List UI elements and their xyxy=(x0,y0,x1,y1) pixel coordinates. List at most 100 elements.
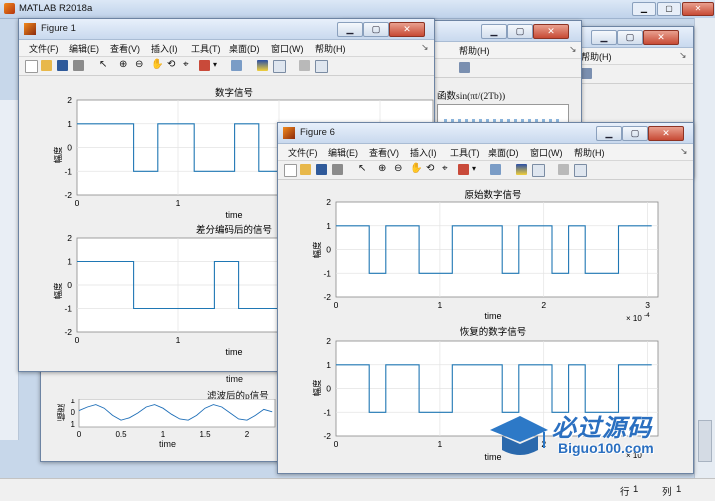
fig1-plot1-ylabel: 幅度 xyxy=(53,146,63,164)
fig1-plot2-xtick-0: 0 xyxy=(75,335,80,345)
filtered-xlabel: time xyxy=(159,439,177,449)
menu-desktop[interactable]: 桌面(D) xyxy=(229,42,260,55)
hide-plot-tools-icon[interactable] xyxy=(299,60,310,71)
show-plot-tools-icon[interactable] xyxy=(574,164,587,177)
menu-edit[interactable]: 编辑(E) xyxy=(328,146,358,159)
menu-file[interactable]: 文件(F) xyxy=(29,42,59,55)
save-icon[interactable] xyxy=(316,164,327,175)
figure-back2-minimize-button[interactable]: ▁ xyxy=(481,24,507,39)
menu-insert[interactable]: 插入(I) xyxy=(151,42,178,55)
matlab-minimize-button[interactable]: ▁ xyxy=(632,2,656,16)
fig6-plot2-ytick-0: 2 xyxy=(326,336,331,346)
fig1-plot1-xtick-0: 0 xyxy=(75,198,80,208)
link-plot-icon[interactable] xyxy=(490,164,501,175)
fig1-plot1-ytick-4: -2 xyxy=(64,190,72,200)
menu-edit[interactable]: 编辑(E) xyxy=(69,42,99,55)
open-file-icon[interactable] xyxy=(41,60,52,71)
legend-icon[interactable] xyxy=(273,60,286,73)
figure1-minimize-button[interactable]: ▁ xyxy=(337,22,363,37)
fig1-plot1-xlabel: time xyxy=(225,210,242,220)
filtered-axes-box xyxy=(78,399,276,428)
menu-view[interactable]: 查看(V) xyxy=(369,146,399,159)
colorbar-icon[interactable] xyxy=(516,164,527,175)
matlab-close-button[interactable]: ✕ xyxy=(682,2,714,16)
fig1-plot2-ytick-0: 2 xyxy=(67,233,72,243)
new-figure-icon[interactable] xyxy=(25,60,38,73)
fig6-plot1-xtick-2: 2 xyxy=(541,300,546,310)
figure6-minimize-button[interactable]: ▁ xyxy=(596,126,622,141)
menu-window[interactable]: 窗口(W) xyxy=(271,42,304,55)
matlab-maximize-button[interactable]: ▢ xyxy=(657,2,681,16)
fig6-plot1-ytick-4: -2 xyxy=(323,292,331,302)
figure-back3-close-button[interactable]: ✕ xyxy=(643,30,679,45)
fig1-plot2-ytick-1: 1 xyxy=(67,257,72,267)
print-icon[interactable] xyxy=(332,164,343,175)
menu-tools[interactable]: 工具(T) xyxy=(450,146,480,159)
figure-back3-maximize-button[interactable]: ▢ xyxy=(617,30,643,45)
save-icon[interactable] xyxy=(57,60,68,71)
link-plot-icon[interactable] xyxy=(231,60,242,71)
rotate-3d-icon[interactable]: ⟲ xyxy=(167,60,178,71)
fig6-plot2-ytick-3: -1 xyxy=(323,407,331,417)
menu-expand-icon[interactable]: ↘ xyxy=(680,146,688,157)
figure6-maximize-button[interactable]: ▢ xyxy=(622,126,648,141)
pan-icon[interactable]: ✋ xyxy=(151,60,163,71)
brush-dropdown-icon[interactable]: ▾ xyxy=(213,60,221,71)
fig6-plot1-ytick-3: -1 xyxy=(323,268,331,278)
figure1-maximize-button[interactable]: ▢ xyxy=(363,22,389,37)
filtered-xtick-2: 1 xyxy=(161,430,166,439)
brush-dropdown-icon[interactable]: ▾ xyxy=(472,164,480,175)
filtered-xtick-1: 0.5 xyxy=(115,430,127,439)
filtered-ytick-1: 0 xyxy=(71,408,76,417)
brush-icon[interactable] xyxy=(458,164,469,175)
print-icon[interactable] xyxy=(73,60,84,71)
open-file-icon[interactable] xyxy=(300,164,311,175)
hide-plot-tools-icon[interactable] xyxy=(558,164,569,175)
figure1-close-button[interactable]: ✕ xyxy=(389,22,425,37)
zoom-in-icon[interactable]: ⊕ xyxy=(378,164,389,175)
menu-expand-icon[interactable]: ↘ xyxy=(569,44,577,55)
menu-file[interactable]: 文件(F) xyxy=(288,146,318,159)
figure-back2-maximize-button[interactable]: ▢ xyxy=(507,24,533,39)
matlab-titlebar: MATLAB R2018a ▁ ▢ ✕ xyxy=(0,0,715,19)
figure-back2-close-button[interactable]: ✕ xyxy=(533,24,569,39)
menu-view[interactable]: 查看(V) xyxy=(110,42,140,55)
fig6-plot1-ytick-0: 2 xyxy=(326,197,331,207)
legend-icon[interactable] xyxy=(532,164,545,177)
pointer-icon[interactable]: ↖ xyxy=(99,60,110,71)
fig6-plot1-xtick-3: 3 xyxy=(645,300,650,310)
figure6-title: Figure 6 xyxy=(300,127,335,138)
dock-icon[interactable] xyxy=(459,62,470,73)
show-plot-tools-icon[interactable] xyxy=(315,60,328,73)
pointer-icon[interactable]: ↖ xyxy=(358,164,369,175)
menu-desktop[interactable]: 桌面(D) xyxy=(488,146,519,159)
zoom-out-icon[interactable]: ⊖ xyxy=(394,164,405,175)
rotate-3d-icon[interactable]: ⟲ xyxy=(426,164,437,175)
filtered-xtick-3: 1.5 xyxy=(199,430,211,439)
zoom-in-icon[interactable]: ⊕ xyxy=(119,60,130,71)
menu-help[interactable]: 帮助(H) xyxy=(315,42,346,55)
data-cursor-icon[interactable]: ⌖ xyxy=(183,60,194,71)
watermark-logo: 必过源码 Biguo100.com xyxy=(486,404,711,464)
cap-board xyxy=(490,416,548,442)
menu-expand-icon[interactable]: ↘ xyxy=(679,50,687,61)
colorbar-icon[interactable] xyxy=(257,60,268,71)
status-col-label: 列 xyxy=(662,487,672,498)
figure-back3-minimize-button[interactable]: ▁ xyxy=(591,30,617,45)
menu-help-back3[interactable]: 帮助(H) xyxy=(581,50,612,63)
menu-expand-icon[interactable]: ↘ xyxy=(421,42,429,53)
pan-icon[interactable]: ✋ xyxy=(410,164,422,175)
figure6-close-button[interactable]: ✕ xyxy=(648,126,684,141)
matlab-figure-icon xyxy=(283,127,295,139)
menu-help[interactable]: 帮助(H) xyxy=(574,146,605,159)
new-figure-icon[interactable] xyxy=(284,164,297,177)
menu-window[interactable]: 窗口(W) xyxy=(530,146,563,159)
data-cursor-icon[interactable]: ⌖ xyxy=(442,164,453,175)
menu-help-back2[interactable]: 帮助(H) xyxy=(459,44,490,57)
dock-icon[interactable] xyxy=(581,68,592,79)
menu-tools[interactable]: 工具(T) xyxy=(191,42,221,55)
brush-icon[interactable] xyxy=(199,60,210,71)
menu-insert[interactable]: 插入(I) xyxy=(410,146,437,159)
fig1-plot2-title: 差分编码后的信号 xyxy=(196,224,272,236)
zoom-out-icon[interactable]: ⊖ xyxy=(135,60,146,71)
